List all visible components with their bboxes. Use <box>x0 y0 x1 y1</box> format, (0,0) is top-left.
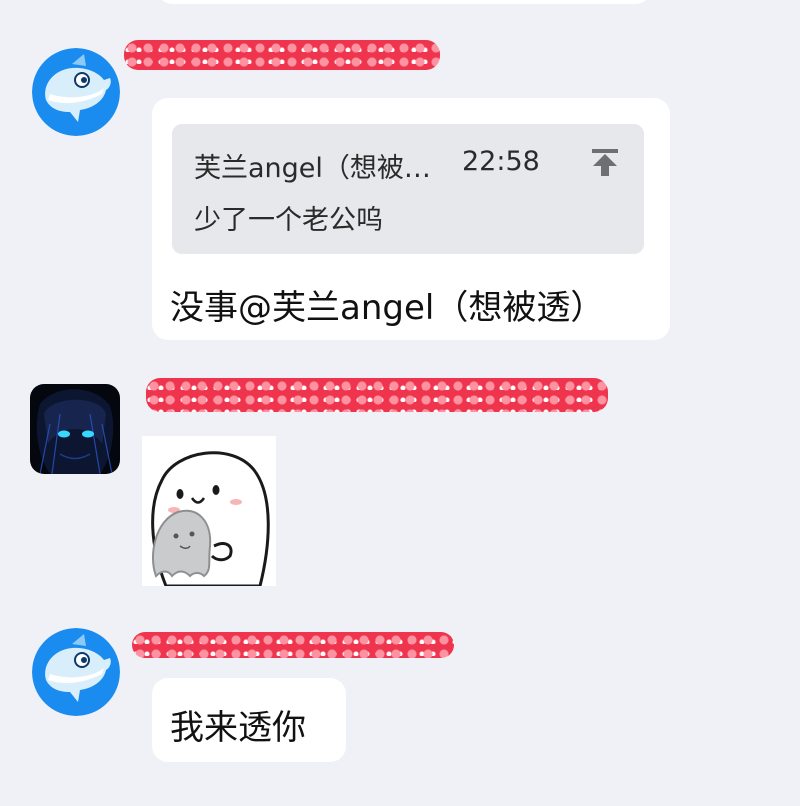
sticker-message[interactable] <box>142 436 276 588</box>
previous-message-bubble <box>158 0 650 4</box>
redacted-sender-name <box>124 40 440 70</box>
dolphin-avatar-icon <box>32 48 120 136</box>
sender-avatar-dark[interactable] <box>30 384 120 474</box>
message-text: 没事@芙兰angel（想被透） <box>170 288 605 328</box>
sender-avatar-dolphin[interactable] <box>32 48 120 136</box>
message-text: 我来透你 <box>170 708 306 748</box>
redacted-sender-name <box>132 632 454 658</box>
quote-time: 22:58 <box>462 146 540 177</box>
dolphin-avatar-icon <box>32 628 120 716</box>
message-bubble[interactable]: 芙兰angel（想被… 22:58 少了一个老公呜 没事@芙兰angel（想被透… <box>152 98 670 340</box>
blob-holding-ghost-sticker-icon <box>142 436 276 588</box>
quote-author: 芙兰angel（想被… <box>194 153 431 184</box>
reply-quote-card[interactable]: 芙兰angel（想被… 22:58 少了一个老公呜 <box>172 124 644 254</box>
quote-text: 少了一个老公呜 <box>194 205 383 236</box>
jump-to-top-icon[interactable] <box>588 144 622 178</box>
dark-anime-avatar-icon <box>30 384 120 474</box>
message-bubble[interactable]: 我来透你 <box>152 678 346 762</box>
sender-avatar-dolphin[interactable] <box>32 628 120 716</box>
redacted-sender-name <box>146 378 608 412</box>
